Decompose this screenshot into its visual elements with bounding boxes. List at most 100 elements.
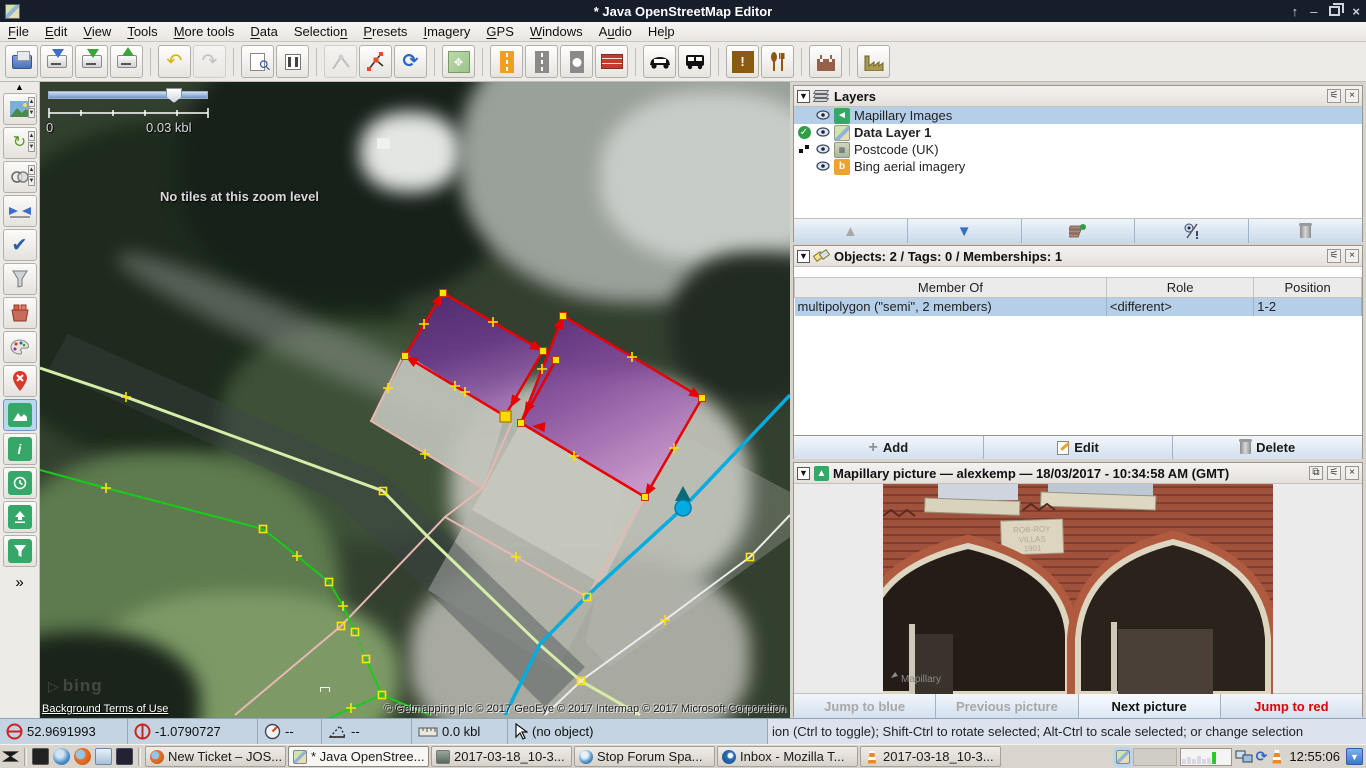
selected-photo-dot[interactable] bbox=[675, 500, 691, 516]
spinner-controls[interactable]: ▲▼ bbox=[28, 97, 35, 118]
menu-item-gps[interactable]: GPS bbox=[478, 23, 521, 40]
detach-icon[interactable]: ⧉ bbox=[1309, 466, 1323, 480]
maximize-icon[interactable] bbox=[1329, 6, 1340, 16]
filter-button[interactable] bbox=[3, 263, 37, 295]
menu-item-imagery[interactable]: Imagery bbox=[415, 23, 478, 40]
delete-button[interactable]: Delete bbox=[1173, 436, 1362, 459]
preset-motorway-button[interactable] bbox=[490, 45, 523, 78]
layer-merge-button[interactable] bbox=[1022, 219, 1136, 243]
network-tray-icon[interactable] bbox=[1235, 749, 1253, 764]
background-terms-link[interactable]: Background Terms of Use bbox=[42, 703, 168, 715]
shade-window-icon[interactable]: ↑ bbox=[1292, 4, 1299, 19]
layer-visibility-eye-icon[interactable] bbox=[816, 108, 830, 123]
jump-to-blue-button[interactable]: Jump to blue bbox=[794, 694, 936, 718]
menu-item-view[interactable]: View bbox=[75, 23, 119, 40]
menu-item-tools[interactable]: Tools bbox=[119, 23, 165, 40]
spinner-controls[interactable]: ▲▼ bbox=[28, 131, 35, 152]
panel-close-icon[interactable]: × bbox=[1345, 466, 1359, 480]
preset-bus-button[interactable] bbox=[678, 45, 711, 78]
next-picture-button[interactable]: Next picture bbox=[1079, 694, 1221, 718]
task-button-stop-forum-spa-[interactable]: Stop Forum Spa... bbox=[574, 746, 715, 767]
paste-tags-button[interactable] bbox=[3, 297, 37, 329]
task-button-2017-03-18-10-3-[interactable]: 2017-03-18_10-3... bbox=[860, 746, 1001, 767]
menu-item-help[interactable]: Help bbox=[640, 23, 683, 40]
marker-delete-button[interactable] bbox=[3, 365, 37, 397]
collapse-icon[interactable]: ▼ bbox=[797, 467, 810, 480]
map-paint-styles-button[interactable] bbox=[3, 331, 37, 363]
save-button[interactable] bbox=[40, 45, 73, 78]
panel-close-icon[interactable]: × bbox=[1345, 89, 1359, 103]
street-photo[interactable]: ROB-ROY VILLAS 1901 bbox=[883, 484, 1273, 694]
add-button[interactable]: +Add bbox=[794, 436, 984, 459]
preset-wall-button[interactable] bbox=[595, 45, 628, 78]
edit-button[interactable]: Edit bbox=[984, 436, 1174, 459]
update-data-button[interactable]: ⟳ bbox=[394, 45, 427, 78]
task-button--java-openstree-[interactable]: * Java OpenStree... bbox=[288, 746, 429, 767]
map-canvas[interactable] bbox=[40, 82, 790, 718]
editor-launcher-icon[interactable] bbox=[116, 748, 133, 765]
menu-item-selection[interactable]: Selection bbox=[286, 23, 355, 40]
layer-visibility-eye-icon[interactable] bbox=[816, 142, 830, 157]
mapillary-upload-button[interactable] bbox=[3, 501, 37, 533]
layer-row-data-layer-1[interactable]: ✓Data Layer 1 bbox=[794, 124, 1362, 141]
layer-row-bing-aerial-imagery[interactable]: bBing aerial imagery bbox=[794, 158, 1362, 175]
undo-button[interactable]: ↶ bbox=[158, 45, 191, 78]
junction-node[interactable] bbox=[500, 411, 511, 422]
close-icon[interactable]: × bbox=[1352, 4, 1360, 19]
browser-launcher-icon[interactable] bbox=[53, 748, 70, 765]
josm-tray-icon[interactable] bbox=[1116, 750, 1130, 764]
sync-tray-icon[interactable]: ⟳ bbox=[1256, 748, 1268, 765]
menu-item-file[interactable]: File bbox=[0, 23, 37, 40]
combine-ways-button[interactable] bbox=[324, 45, 357, 78]
previous-picture-button[interactable]: Previous picture bbox=[936, 694, 1078, 718]
layer-visibility-button[interactable] bbox=[1135, 219, 1249, 243]
upload-data-button[interactable] bbox=[110, 45, 143, 78]
menu-item-data[interactable]: Data bbox=[242, 23, 285, 40]
map-view[interactable]: 0 0.03 kbl No tiles at this zoom level b… bbox=[40, 82, 790, 718]
mapillary-info-button[interactable]: i bbox=[3, 433, 37, 465]
split-way-button[interactable] bbox=[359, 45, 392, 78]
preset-road-button[interactable] bbox=[525, 45, 558, 78]
download-data-button[interactable] bbox=[75, 45, 108, 78]
rotate-adjust-button[interactable]: ↻ ▲▼ bbox=[3, 127, 37, 159]
minimize-icon[interactable]: – bbox=[1310, 4, 1317, 19]
layer-row-postcode-uk-[interactable]: ▦Postcode (UK) bbox=[794, 141, 1362, 158]
mapillary-history-button[interactable] bbox=[3, 467, 37, 499]
layer-move-up-button[interactable]: ▲ bbox=[794, 219, 908, 243]
layer-move-down-button[interactable]: ▼ bbox=[908, 219, 1022, 243]
column-header-position[interactable]: Position bbox=[1254, 278, 1362, 298]
column-header-role[interactable]: Role bbox=[1106, 278, 1253, 298]
mapillary-image-button[interactable] bbox=[3, 399, 37, 431]
more-buttons-chevron[interactable]: » bbox=[15, 574, 23, 591]
membership-row[interactable]: multipolygon ("semi", 2 members)<differe… bbox=[795, 298, 1362, 316]
zoom-to-layer-button[interactable]: ✥ bbox=[442, 45, 475, 78]
task-button-new-ticket-jos-[interactable]: New Ticket – JOS... bbox=[145, 746, 286, 767]
preset-car-button[interactable] bbox=[643, 45, 676, 78]
photo-adjust-button[interactable]: ▲▼ bbox=[3, 93, 37, 125]
task-button-inbox-mozilla-t-[interactable]: Inbox - Mozilla T... bbox=[717, 746, 858, 767]
column-header-member-of[interactable]: Member Of bbox=[795, 278, 1107, 298]
task-button-2017-03-18-10-3-[interactable]: 2017-03-18_10-3... bbox=[431, 746, 572, 767]
layer-row-mapillary-images[interactable]: ◄Mapillary Images bbox=[794, 107, 1362, 124]
cpu-graph-icon[interactable] bbox=[1180, 748, 1232, 766]
menu-item-windows[interactable]: Windows bbox=[522, 23, 591, 40]
opacity-adjust-button[interactable]: ▲▼ bbox=[3, 161, 37, 193]
spinner-controls[interactable]: ▲▼ bbox=[28, 165, 35, 186]
menu-item-edit[interactable]: Edit bbox=[37, 23, 75, 40]
layer-visibility-eye-icon[interactable] bbox=[816, 159, 830, 174]
zoom-slider[interactable] bbox=[48, 91, 208, 99]
jump-to-red-button[interactable]: Jump to red bbox=[1221, 694, 1362, 718]
preset-castle-button[interactable] bbox=[809, 45, 842, 78]
sticky-pin-icon[interactable]: ⚟ bbox=[1327, 466, 1341, 480]
sticky-pin-icon[interactable]: ⚟ bbox=[1327, 89, 1341, 103]
menu-item-presets[interactable]: Presets bbox=[355, 23, 415, 40]
membership-table[interactable]: Member OfRolePositionmultipolygon ("semi… bbox=[794, 277, 1362, 316]
vlc-tray-icon[interactable] bbox=[1270, 750, 1283, 764]
panel-close-icon[interactable]: × bbox=[1345, 249, 1359, 263]
tray-expand-icon[interactable]: ▼ bbox=[1346, 748, 1363, 765]
menu-item-more-tools[interactable]: More tools bbox=[166, 23, 243, 40]
preset-restaurant-button[interactable] bbox=[761, 45, 794, 78]
window-manager-icon[interactable] bbox=[2, 748, 19, 765]
terminal-launcher-icon[interactable] bbox=[32, 748, 49, 765]
layer-visibility-eye-icon[interactable] bbox=[816, 125, 830, 140]
